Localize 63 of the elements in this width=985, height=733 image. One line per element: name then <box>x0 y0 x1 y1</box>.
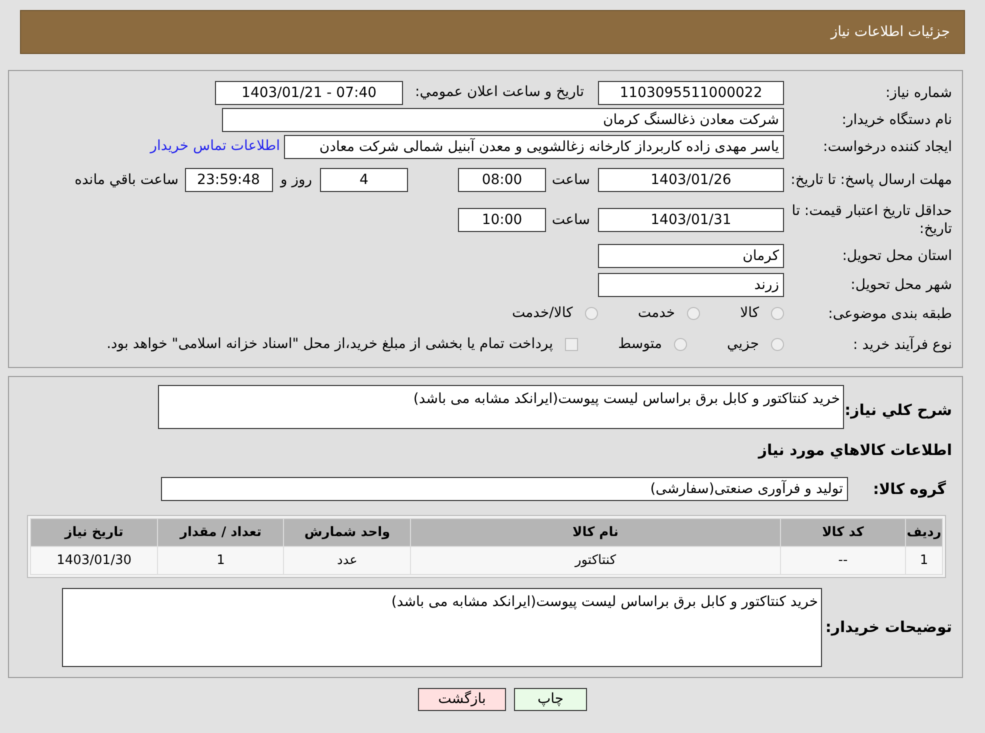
province-field[interactable]: کرمان <box>598 244 784 268</box>
table-cell: عدد <box>284 546 411 574</box>
checkbox[interactable] <box>565 338 578 351</box>
remaining-time-field[interactable]: 23:59:48 <box>184 168 272 192</box>
column-header: تعداد / مقدار <box>158 518 284 546</box>
field-label: شهر محل تحویل: <box>850 276 953 294</box>
field-label: شرح كلي نياز: <box>844 400 953 421</box>
radio-button[interactable] <box>674 338 688 351</box>
radio-button[interactable] <box>771 307 784 320</box>
option-label: کالا/خدمت <box>512 304 573 323</box>
field-label: حداقل تاریخ اعتبار قیمت: تا تاریخ: <box>790 202 953 238</box>
buyer-notes-textarea[interactable]: خرید کنتاکتور و کابل برق براساس لیست پیوست(ایرانکد مشابه می باشد) <box>62 588 822 666</box>
field-label: نام دستگاه خريدار: <box>840 110 953 128</box>
field-label: نوع فرآیند خرید : <box>852 336 953 354</box>
deadline-time-field[interactable]: 08:00 <box>458 168 546 192</box>
field-label: مهلت ارسال پاسخ: تا تاریخ: <box>790 171 953 189</box>
summary-textarea[interactable]: خرید کنتاکتور و کابل برق براساس لیست پیوست(ایرانکد مشابه می باشد) <box>158 385 844 429</box>
section-heading: اطلاعات كالاهاي مورد نياز <box>758 440 953 461</box>
option-label: کالا <box>740 304 759 323</box>
table-cell: کنتاکتور <box>410 546 780 574</box>
city-field[interactable]: زرند <box>598 272 784 296</box>
time-label: ساعت <box>550 170 591 190</box>
table-cell: 1403/01/30 <box>30 546 158 574</box>
column-header: رديف <box>906 518 942 546</box>
validity-date-field[interactable]: 1403/01/31 <box>598 208 784 232</box>
radio-button[interactable] <box>687 307 700 320</box>
table-cell: -- <box>780 546 906 574</box>
back-button[interactable]: بازگشت <box>418 688 506 711</box>
validity-time-field[interactable]: 10:00 <box>458 208 546 232</box>
field-label: استان محل تحویل: <box>841 246 953 264</box>
table-cell: 1 <box>158 546 284 574</box>
days-field[interactable]: 4 <box>320 168 408 192</box>
requester-field[interactable]: یاسر مهدی زاده کاربرداز کارخانه زغالشویی و معدن آبنیل شمالی شرکت معادن <box>284 134 784 158</box>
payment-note: پرداخت تمام یا بخشی از مبلغ خرید،از محل "اسناد خزانه اسلامی" خواهد بود. <box>106 335 554 354</box>
remaining-label: ساعت باقي مانده <box>74 170 180 190</box>
days-label: روز و <box>278 170 313 190</box>
column-header: تاريخ نياز <box>30 518 158 546</box>
radio-button[interactable] <box>584 307 598 320</box>
goods-group-field[interactable]: تولید و فرآوری صنعتی(سفارشی) <box>161 477 848 501</box>
text-value: خرید کنتاکتور و کابل برق براساس لیست پیوست(ایرانکد مشابه می باشد) <box>413 391 840 407</box>
radio-button[interactable] <box>771 338 784 351</box>
table-cell: 1 <box>906 546 942 574</box>
need-number-field[interactable]: 1103095511000022 <box>598 80 784 104</box>
option-label: متوسط <box>618 335 662 354</box>
field-label: توضيحات خريدار: <box>824 616 953 638</box>
buyer-contact-link[interactable]: اطلاعات تماس خريدار <box>150 136 284 157</box>
column-header: كد كالا <box>780 518 906 546</box>
field-label: گروه كالا: <box>872 478 947 500</box>
field-label: تاريخ و ساعت اعلان عمومي: <box>414 83 585 102</box>
text-value: خرید کنتاکتور و کابل برق براساس لیست پیوست(ایرانکد مشابه می باشد) <box>391 594 818 610</box>
print-button[interactable]: چاپ <box>514 688 587 711</box>
announce-date-field[interactable]: 1403/01/21 - 07:40 <box>215 80 404 104</box>
deadline-date-field[interactable]: 1403/01/26 <box>598 168 784 192</box>
field-label: شماره نیاز: <box>884 84 953 102</box>
column-header: واحد شمارش <box>284 518 411 546</box>
page-title: جزئیات اطلاعات نیاز <box>830 22 950 42</box>
option-label: جزيي <box>727 335 759 354</box>
option-label: خدمت <box>638 304 676 323</box>
time-label: ساعت <box>550 210 591 230</box>
buyer-name-field[interactable]: شرکت معادن ذغالسنگ کرمان <box>222 108 784 132</box>
column-header: نام كالا <box>410 518 780 546</box>
field-label: ایجاد کننده درخواست: <box>822 138 953 156</box>
field-label: طبقه بندی موضوعی: <box>827 304 953 322</box>
